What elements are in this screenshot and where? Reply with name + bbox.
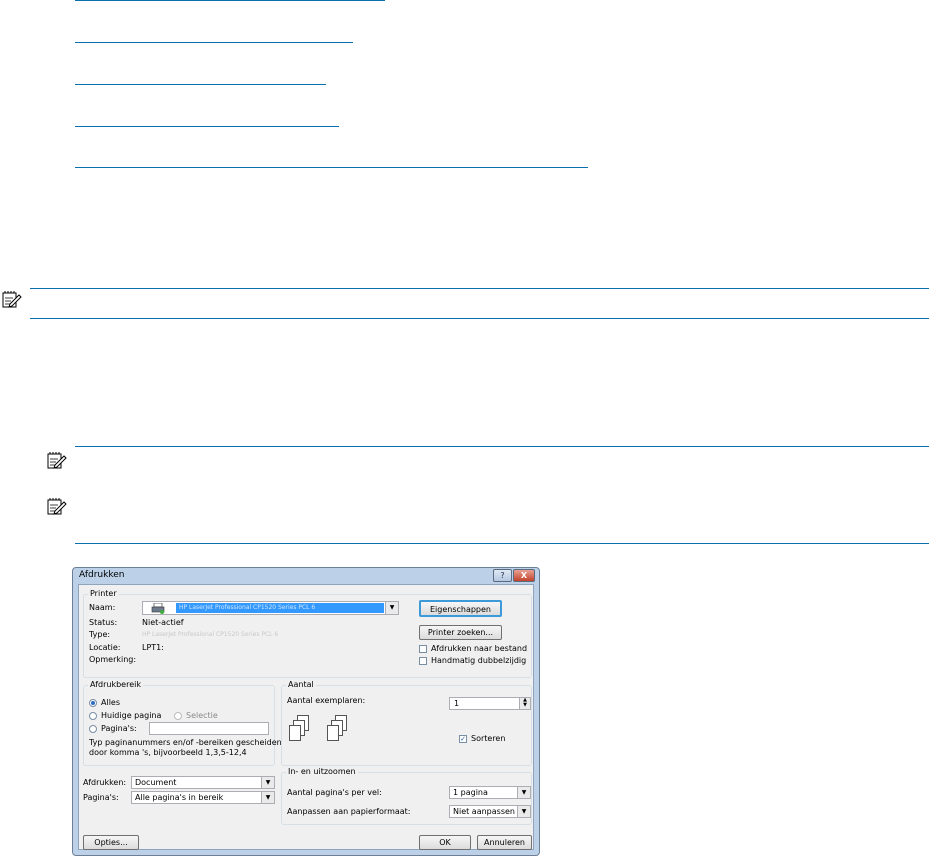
ok-button[interactable]: OK [419, 835, 471, 850]
toc-link-2[interactable] [75, 42, 353, 43]
note-rule-bottom-2 [75, 543, 929, 544]
pages-select-label: Pagina's: [83, 793, 119, 802]
comment-label: Opmerking: [89, 655, 137, 664]
close-button[interactable]: X [513, 569, 535, 582]
chevron-down-icon: ▼ [517, 806, 530, 817]
printer-group-label: Printer [88, 589, 119, 598]
find-printer-button[interactable]: Printer zoeken... [419, 625, 502, 640]
help-button[interactable]: ? [493, 569, 512, 582]
note-icon [2, 291, 22, 308]
toc-link-1[interactable] [75, 0, 385, 1]
status-label: Status: [89, 618, 118, 627]
copies-input[interactable]: 1 ▲ ▼ [449, 697, 531, 710]
print-what-value: Document [135, 778, 177, 787]
printer-name-highlight: HP LaserJet Professional CP1520 Series P… [176, 603, 384, 613]
toc-link-5[interactable] [75, 167, 588, 168]
options-button[interactable]: Opties... [83, 835, 139, 850]
copies-group-label: Aantal [286, 680, 316, 689]
all-label: Alles [101, 698, 121, 707]
note-icon-3 [47, 498, 67, 515]
note-rule-bottom [30, 318, 929, 319]
zoom-group-label: In- en uitzoomen [286, 767, 358, 776]
properties-button[interactable]: Eigenschappen [419, 600, 502, 617]
print-dialog: Afdrukken ? X Printer Naam: HP LaserJet … [72, 567, 540, 856]
pages-label: Pagina's: [101, 724, 137, 733]
scale-value: Niet aanpassen [453, 807, 515, 816]
scale-label: Aanpassen aan papierformaat: [287, 807, 411, 816]
toc-link-3[interactable] [75, 84, 326, 85]
cancel-button[interactable]: Annuleren [477, 835, 532, 850]
pages-select-value: Alle pagina's in bereik [135, 793, 224, 802]
note-icon-2 [47, 452, 67, 469]
pages-per-sheet-select[interactable]: 1 pagina ▼ [449, 786, 531, 799]
printer-icon [151, 603, 165, 614]
name-label: Naam: [89, 603, 116, 612]
dialog-title: Afdrukken [79, 570, 125, 580]
range-group-label: Afdrukbereik [88, 680, 143, 689]
collate-illustration [289, 715, 369, 755]
print-to-file-label: Afdrukken naar bestand [431, 644, 528, 653]
chevron-down-icon: ▼ [517, 787, 530, 798]
spinner-icon[interactable]: ▲ ▼ [519, 698, 530, 709]
print-what-label: Afdrukken: [83, 778, 127, 787]
selection-radio[interactable] [174, 712, 182, 720]
chevron-down-icon: ▼ [261, 777, 274, 788]
current-page-radio[interactable] [89, 712, 97, 720]
chevron-down-icon: ▼ [385, 602, 398, 614]
pages-select[interactable]: Alle pagina's in bereik ▼ [131, 791, 275, 804]
pages-per-sheet-value: 1 pagina [453, 788, 488, 797]
pages-radio[interactable] [89, 725, 97, 733]
type-label: Type: [89, 630, 111, 639]
note-rule-top-2 [75, 446, 929, 447]
dialog-body: Printer Naam: HP LaserJet Professional C… [78, 584, 534, 850]
print-what-select[interactable]: Document ▼ [131, 776, 275, 789]
manual-duplex-checkbox[interactable] [419, 657, 427, 665]
all-radio[interactable] [89, 699, 97, 707]
pages-per-sheet-label: Aantal pagina's per vel: [287, 788, 382, 797]
range-hint-line2: door komma 's, bijvoorbeeld 1,3,5-12,4 [89, 748, 247, 757]
pages-input[interactable] [149, 722, 269, 735]
collate-checkbox[interactable]: ✓ [459, 735, 467, 743]
selection-label: Selectie [186, 711, 218, 720]
range-hint-line1: Typ paginanummers en/of -bereiken gesche… [89, 738, 282, 747]
chevron-down-icon: ▼ [261, 792, 274, 803]
copies-label: Aantal exemplaren: [287, 696, 366, 705]
toc-link-4[interactable] [75, 126, 339, 127]
current-page-label: Huidige pagina [101, 711, 162, 720]
printer-select[interactable]: HP LaserJet Professional CP1520 Series P… [142, 601, 399, 615]
collate-label: Sorteren [471, 734, 506, 743]
manual-duplex-label: Handmatig dubbelzijdig [431, 656, 527, 665]
status-value: Niet-actief [142, 618, 184, 627]
location-value: LPT1: [142, 643, 164, 652]
location-label: Locatie: [89, 643, 121, 652]
copies-value: 1 [454, 699, 460, 708]
type-value: HP LaserJet Professional CP1520 Series P… [142, 631, 279, 638]
note-rule-top [30, 288, 929, 289]
print-to-file-checkbox[interactable] [419, 645, 427, 653]
scale-select[interactable]: Niet aanpassen ▼ [449, 805, 531, 818]
